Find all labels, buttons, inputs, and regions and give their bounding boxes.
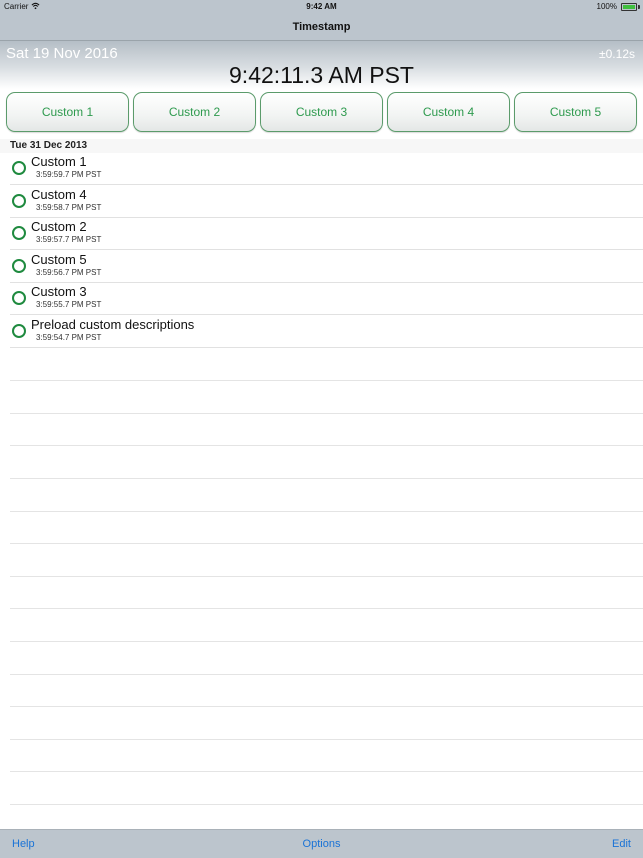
entry-time: 3:59:59.7 PM PST [36,170,102,179]
list-item[interactable]: Custom 3 3:59:55.7 PM PST [0,283,643,315]
section-header: Tue 31 Dec 2013 [0,139,643,153]
custom-1-button[interactable]: Custom 1 [6,92,129,132]
empty-row-divider [10,608,643,609]
empty-row-divider [10,641,643,642]
list-item[interactable]: Custom 5 3:59:56.7 PM PST [0,251,643,283]
entry-title: Custom 1 [31,154,87,169]
empty-row-divider [10,739,643,740]
battery-tip-icon [638,5,640,9]
row-divider [10,347,643,348]
list-item[interactable]: Custom 1 3:59:59.7 PM PST [0,153,643,185]
ring-icon [12,291,26,305]
custom-5-button[interactable]: Custom 5 [514,92,637,132]
row-divider [10,249,643,250]
status-time: 9:42 AM [306,2,337,11]
list-item[interactable]: Custom 2 3:59:57.7 PM PST [0,218,643,250]
ring-icon [12,226,26,240]
entry-title: Custom 2 [31,219,87,234]
ring-icon [12,324,26,338]
empty-row-divider [10,674,643,675]
row-divider [10,184,643,185]
options-button[interactable]: Options [0,838,643,850]
empty-row-divider [10,576,643,577]
entry-time: 3:59:54.7 PM PST [36,333,102,342]
ring-icon [12,161,26,175]
empty-row-divider [10,804,643,805]
empty-row-divider [10,706,643,707]
entry-time: 3:59:58.7 PM PST [36,203,102,212]
row-divider [10,314,643,315]
custom-2-button[interactable]: Custom 2 [133,92,256,132]
empty-row-divider [10,771,643,772]
entry-title: Custom 5 [31,252,87,267]
current-time-clock: 9:42:11.3 AM PST [229,62,414,88]
entry-time: 3:59:56.7 PM PST [36,268,102,277]
ring-icon [12,194,26,208]
section-date: Tue 31 Dec 2013 [10,140,88,151]
page-title: Timestamp [292,21,351,33]
entry-time: 3:59:55.7 PM PST [36,300,102,309]
list-item[interactable]: Custom 4 3:59:58.7 PM PST [0,186,643,218]
navigation-bar: Timestamp [0,14,643,41]
empty-row-divider [10,380,643,381]
app-window: Carrier 9:42 AM 100% Timestamp Sat 19 No… [0,0,643,858]
entry-title: Custom 4 [31,187,87,202]
custom-3-button[interactable]: Custom 3 [260,92,383,132]
battery-percent: 100% [596,2,617,11]
current-date: Sat 19 Nov 2016 [6,45,118,62]
bottom-toolbar: Help Options Edit [0,829,643,858]
empty-row-divider [10,445,643,446]
custom-4-button[interactable]: Custom 4 [387,92,510,132]
custom-buttons-row: Custom 1 Custom 2 Custom 3 Custom 4 Cust… [0,92,643,134]
ring-icon [12,259,26,273]
entry-title: Preload custom descriptions [31,317,195,332]
battery-icon [621,3,637,11]
clock-header: Sat 19 Nov 2016 ±0.12s 9:42:11.3 AM PST [0,41,643,89]
status-bar: Carrier 9:42 AM 100% [0,0,643,14]
time-accuracy: ±0.12s [599,47,635,61]
entry-time: 3:59:57.7 PM PST [36,235,102,244]
empty-row-divider [10,511,643,512]
empty-row-divider [10,478,643,479]
entry-title: Custom 3 [31,284,87,299]
edit-button[interactable]: Edit [612,838,631,850]
empty-row-divider [10,543,643,544]
list-item[interactable]: Preload custom descriptions 3:59:54.7 PM… [0,316,643,348]
empty-row-divider [10,413,643,414]
